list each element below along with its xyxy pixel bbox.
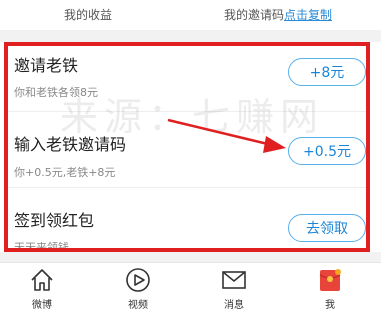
tab-label: 微博 — [32, 300, 52, 311]
play-icon — [126, 268, 150, 292]
tab-label: 我 — [325, 300, 335, 311]
tab-video[interactable]: 视频 — [108, 267, 168, 311]
section-divider — [0, 252, 381, 262]
bottom-tab-bar: 微博 视频 消息 我 — [0, 262, 381, 313]
mail-icon — [222, 271, 246, 289]
tab-label: 视频 — [128, 300, 148, 311]
tab-me[interactable]: 我 — [300, 267, 360, 311]
tab-messages[interactable]: 消息 — [204, 267, 264, 311]
tab-weibo[interactable]: 微博 — [12, 267, 72, 311]
red-envelope-icon — [319, 269, 341, 291]
tab-label: 消息 — [224, 300, 244, 311]
home-icon — [31, 269, 53, 291]
